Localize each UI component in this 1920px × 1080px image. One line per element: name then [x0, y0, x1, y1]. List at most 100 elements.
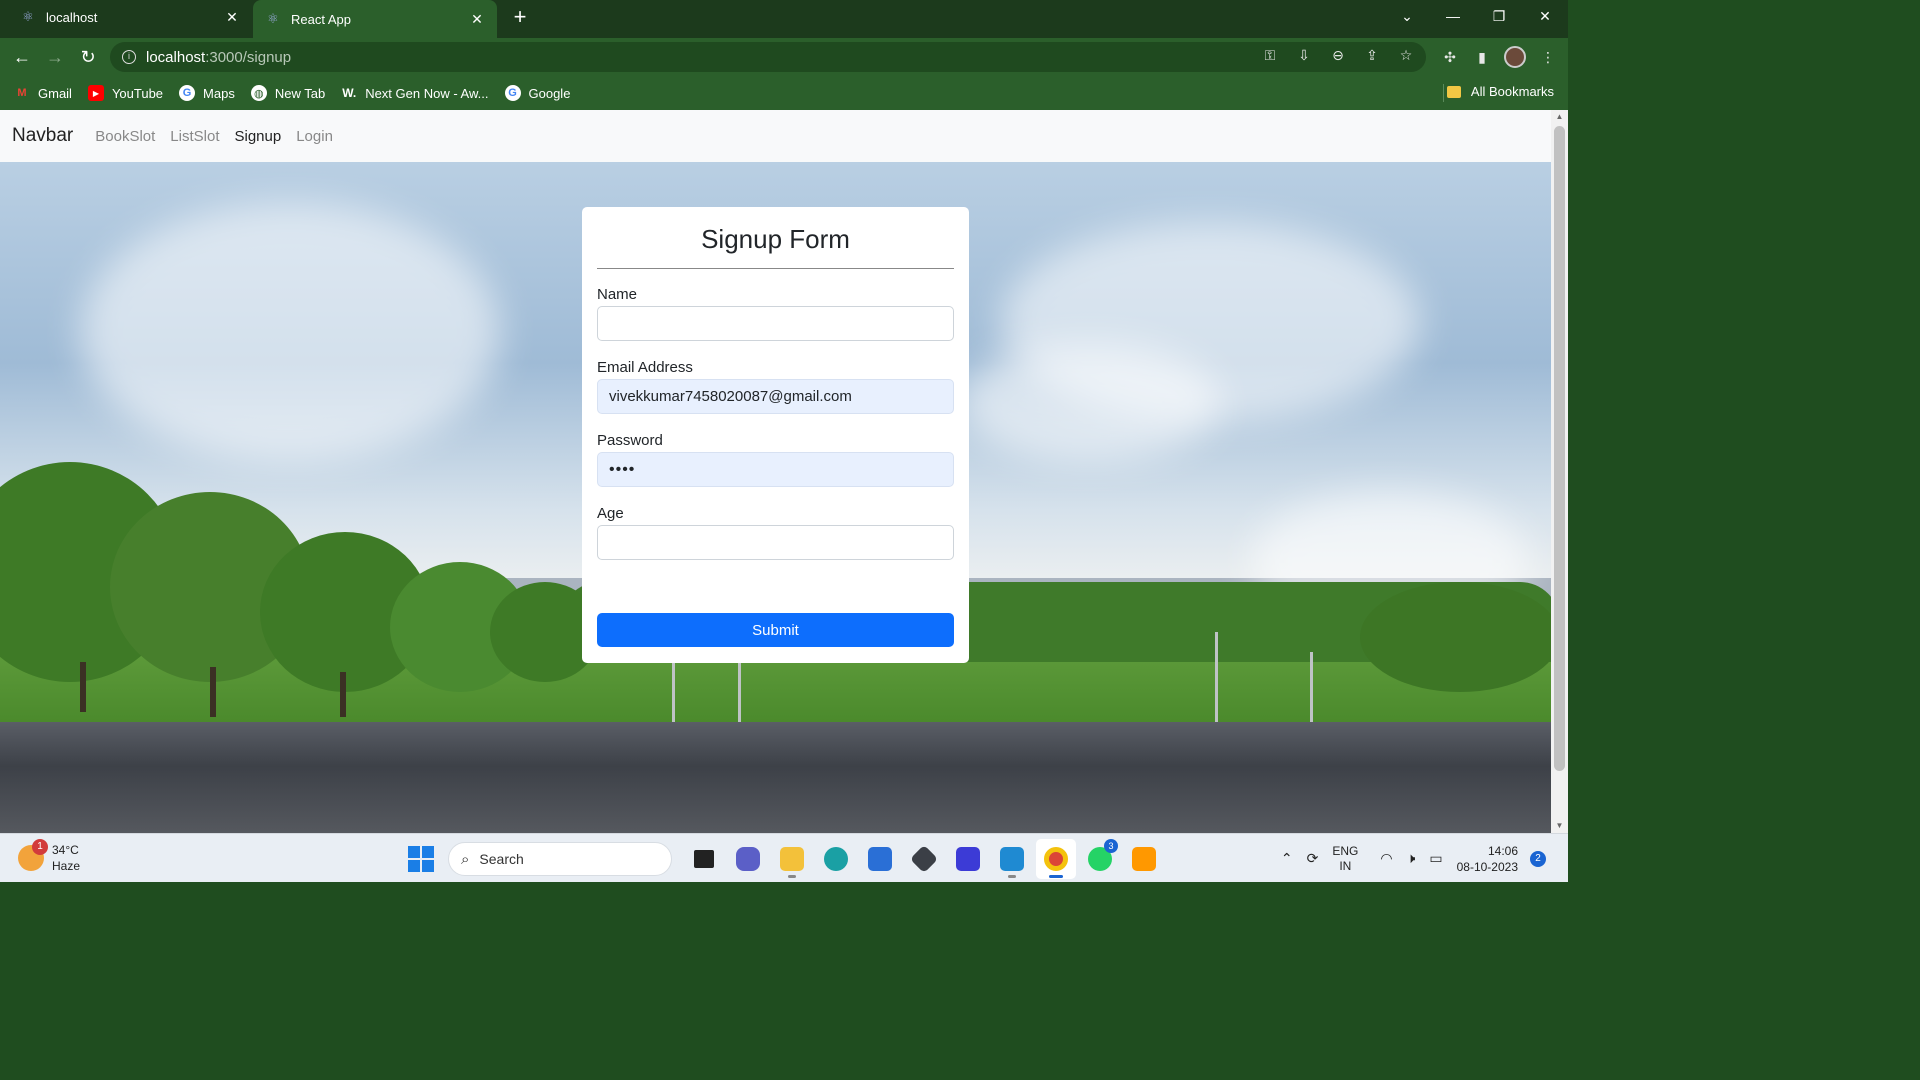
share-icon[interactable]: ⇪: [1362, 47, 1382, 64]
browser-tab-strip: ⚛ localhost ✕ ⚛ React App ✕ + ⌄ — ❐ ✕: [0, 0, 1568, 38]
forward-icon[interactable]: →: [43, 45, 67, 69]
submit-button[interactable]: Submit: [597, 613, 954, 647]
sync-icon[interactable]: ⟳: [1307, 850, 1319, 867]
wifi-icon[interactable]: ◠: [1380, 850, 1392, 867]
weather-text: 34°C Haze: [52, 842, 80, 874]
nav-link-bookslot[interactable]: BookSlot: [95, 128, 155, 145]
nav-link-signup[interactable]: Signup: [235, 128, 282, 145]
tab-react-app[interactable]: ⚛ React App ✕: [253, 0, 497, 38]
address-bar[interactable]: i localhost:3000/signup ⚿ ⇩ ⊖ ⇪ ☆: [110, 42, 1426, 72]
close-icon[interactable]: ✕: [224, 9, 240, 26]
lang-region: IN: [1339, 858, 1352, 873]
url-host: localhost: [146, 48, 206, 66]
weather-temp: 34°C: [52, 843, 79, 857]
age-input[interactable]: [597, 525, 954, 560]
notification-badge[interactable]: 2: [1530, 850, 1546, 867]
restore-icon[interactable]: ❐: [1476, 0, 1522, 32]
back-icon[interactable]: ←: [10, 45, 34, 69]
file-explorer-icon[interactable]: [772, 839, 812, 879]
window-controls: ⌄ — ❐ ✕: [1384, 0, 1568, 32]
clock[interactable]: 14:06 08-10-2023: [1457, 843, 1518, 875]
site-info-icon[interactable]: i: [122, 50, 136, 64]
scroll-down-icon[interactable]: ▼: [1551, 819, 1568, 833]
weather-desc: Haze: [52, 859, 81, 873]
bookmarks-bar: M Gmail ▶ YouTube G Maps ◍ New Tab W. Ne…: [0, 76, 1568, 110]
volume-muted-icon[interactable]: 🕨: [1407, 850, 1416, 867]
profile-avatar[interactable]: [1504, 46, 1526, 68]
windows-start-icon[interactable]: [408, 846, 434, 872]
scrollbar-thumb[interactable]: [1554, 126, 1565, 771]
close-window-icon[interactable]: ✕: [1522, 0, 1568, 32]
battery-icon[interactable]: ▭: [1429, 850, 1442, 867]
whatsapp-badge: 3: [1104, 839, 1118, 853]
light-pole: [1310, 652, 1313, 722]
tree: [1360, 582, 1551, 692]
new-tab-button[interactable]: +: [508, 6, 532, 30]
chrome-icon[interactable]: [1036, 839, 1076, 879]
site-navbar: Navbar BookSlot ListSlot Signup Login: [0, 110, 1551, 162]
nav-link-listslot[interactable]: ListSlot: [170, 128, 219, 145]
taskbar-search[interactable]: ⌕ Search: [448, 842, 672, 876]
email-label: Email Address: [597, 359, 693, 376]
bookmark-gmail[interactable]: M Gmail: [14, 85, 72, 101]
task-view-icon[interactable]: [684, 839, 724, 879]
cloud: [80, 202, 500, 462]
w-icon: W.: [342, 86, 357, 100]
tab-search-icon[interactable]: ⌄: [1384, 0, 1430, 32]
sublime-icon[interactable]: [1124, 839, 1164, 879]
name-input[interactable]: [597, 306, 954, 341]
tab-localhost[interactable]: ⚛ localhost ✕: [8, 0, 252, 34]
bookmark-label: New Tab: [274, 85, 326, 101]
email-input[interactable]: vivekkumar7458020087@gmail.com: [597, 379, 954, 414]
youtube-icon: ▶: [87, 85, 104, 101]
menu-icon[interactable]: ⋮: [1538, 49, 1558, 66]
key-icon[interactable]: ⚿: [1260, 47, 1280, 64]
search-label: Search: [479, 851, 524, 867]
form-title: Signup Form: [701, 224, 850, 254]
teams-icon[interactable]: [728, 839, 768, 879]
minimize-icon[interactable]: —: [1430, 0, 1476, 32]
signup-card: Signup Form Name Email Address vivekkuma…: [582, 207, 969, 663]
side-panel-icon[interactable]: ▮: [1472, 49, 1492, 66]
zm-app-icon[interactable]: [948, 839, 988, 879]
app-icon[interactable]: [904, 839, 944, 879]
google-icon: G: [504, 85, 521, 101]
star-icon[interactable]: ☆: [1396, 47, 1416, 64]
install-icon[interactable]: ⇩: [1294, 47, 1314, 64]
page-scrollbar[interactable]: ▲ ▼: [1551, 110, 1568, 833]
bookmark-label: Maps: [203, 85, 235, 101]
bookmark-maps[interactable]: G Maps: [179, 85, 235, 101]
clock-date: 08-10-2023: [1456, 859, 1518, 874]
bookmark-google[interactable]: G Google: [504, 85, 570, 101]
bookmark-youtube[interactable]: ▶ YouTube: [87, 85, 163, 101]
title-divider: [597, 268, 954, 269]
whatsapp-icon[interactable]: 3: [1080, 839, 1120, 879]
page-viewport: Navbar BookSlot ListSlot Signup Login Si…: [0, 110, 1551, 833]
vscode-icon[interactable]: [992, 839, 1032, 879]
bookmark-next-gen-now[interactable]: W. Next Gen Now - Aw...: [341, 85, 488, 101]
bookmark-new-tab[interactable]: ◍ New Tab: [250, 85, 326, 101]
password-label: Password: [597, 432, 663, 449]
language-indicator[interactable]: ENG IN: [1332, 844, 1358, 874]
reload-icon[interactable]: ↻: [76, 45, 100, 69]
navbar-brand[interactable]: Navbar: [12, 125, 73, 147]
google-icon: G: [179, 85, 196, 101]
password-input[interactable]: ••••: [597, 452, 954, 487]
close-icon[interactable]: ✕: [469, 11, 485, 28]
search-icon: ⌕: [461, 850, 470, 868]
weather-widget[interactable]: 1 34°C Haze: [18, 839, 80, 874]
chevron-up-icon[interactable]: ⌃: [1281, 850, 1293, 867]
nav-link-login[interactable]: Login: [296, 128, 333, 145]
edge-icon[interactable]: [816, 839, 856, 879]
react-icon: ⚛: [22, 9, 34, 24]
toolbar-right: ✣ ▮ ⋮: [1440, 46, 1558, 68]
all-bookmarks-button[interactable]: All Bookmarks: [1446, 84, 1554, 99]
scroll-up-icon[interactable]: ▲: [1551, 110, 1568, 124]
zoom-icon[interactable]: ⊖: [1328, 47, 1348, 64]
extensions-icon[interactable]: ✣: [1440, 49, 1460, 66]
windows-taskbar: 1 34°C Haze ⌕ Search 3 ⌃ ⟳ ENG IN ◠ 🕨 ▭ …: [0, 833, 1568, 882]
all-bookmarks-label: All Bookmarks: [1470, 84, 1554, 99]
omnibox-actions: ⚿ ⇩ ⊖ ⇪ ☆: [1260, 47, 1416, 64]
store-icon[interactable]: [860, 839, 900, 879]
trunk: [80, 662, 86, 712]
